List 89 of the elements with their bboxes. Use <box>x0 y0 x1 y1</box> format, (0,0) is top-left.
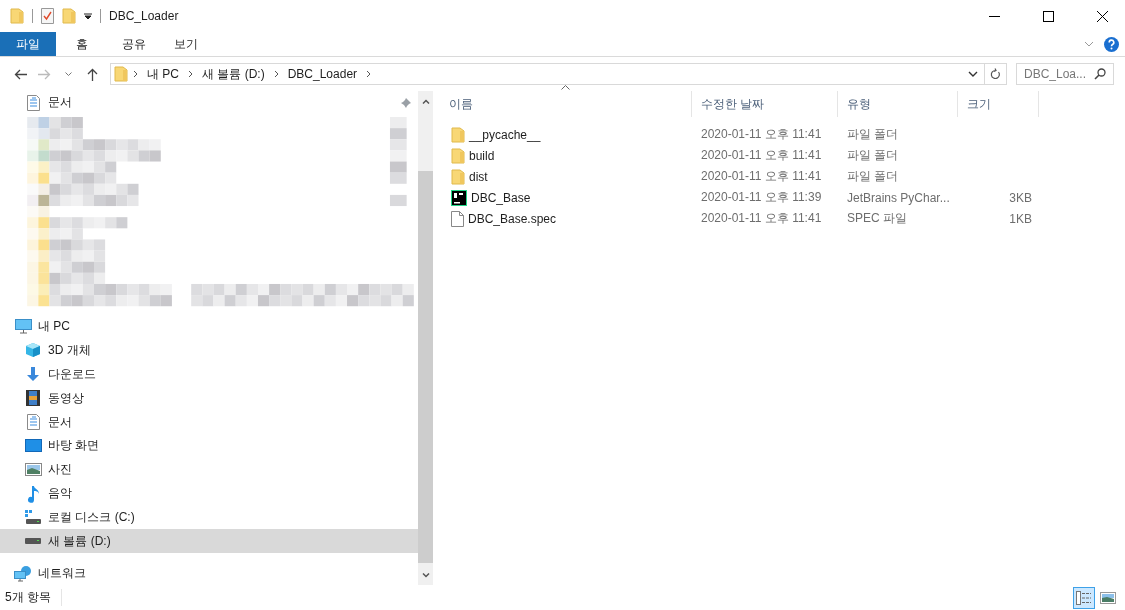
search-field[interactable]: DBC_Loa... <box>1016 63 1114 85</box>
item-count: 5개 항목 <box>5 589 62 606</box>
maximize-icon <box>1042 10 1054 22</box>
music-note-icon <box>27 484 39 503</box>
column-header[interactable]: 유형 <box>838 91 958 117</box>
nav-item[interactable]: 동영상 <box>0 386 418 411</box>
file-type: 파일 폴더 <box>846 147 900 164</box>
file-size: 3KB <box>1008 190 1033 205</box>
chevron-right-icon <box>366 70 372 78</box>
down-arrow-icon <box>25 366 41 383</box>
file-name[interactable]: __pycache__ <box>469 127 541 142</box>
desktop-icon <box>24 439 42 453</box>
folder-icon <box>10 8 24 24</box>
file-type: JetBrains PyChar... <box>846 190 951 205</box>
drive-icon <box>25 538 41 545</box>
app-icon <box>451 189 467 206</box>
chevron-right-icon <box>133 70 138 78</box>
nav-item[interactable]: 바탕 화면 <box>0 434 418 458</box>
modified-date: 2020-01-11 오후 11:41 <box>700 168 823 185</box>
file-name[interactable]: DBC_Base.spec <box>468 211 557 226</box>
modified-date: 2020-01-11 오후 11:41 <box>700 126 823 143</box>
nav-item[interactable]: 다운로드 <box>0 362 418 387</box>
breadcrumb[interactable]: 내 PC <box>143 65 183 83</box>
image-icon <box>1100 591 1116 604</box>
nav-item[interactable]: 새 볼륨 (D:) <box>0 529 418 554</box>
modified-date: 2020-01-11 오후 11:41 <box>700 147 823 164</box>
column-header[interactable]: 수정한 날짜 <box>692 91 838 117</box>
cube-icon <box>25 342 41 359</box>
breadcrumb[interactable]: DBC_Loader <box>283 67 362 81</box>
monitor-icon <box>14 319 32 335</box>
dropdown-icon[interactable] <box>84 12 92 20</box>
nav-item[interactable]: 음악 <box>0 481 418 506</box>
film-strip-icon <box>26 390 40 407</box>
modified-date: 2020-01-11 오후 11:41 <box>700 210 823 227</box>
search-icon[interactable] <box>1094 68 1106 80</box>
forward-arrow-icon <box>37 68 51 80</box>
chevron-right-icon <box>273 70 279 78</box>
details-list-icon <box>1076 590 1092 605</box>
column-header[interactable]: 이름 <box>440 91 692 117</box>
nav-item[interactable]: 문서 <box>0 91 418 115</box>
nav-item[interactable]: 로컬 디스크 (C:) <box>0 505 418 530</box>
file-size: 1KB <box>1008 211 1033 226</box>
chevron-down-icon <box>421 572 430 578</box>
drive-icon <box>25 510 41 525</box>
file-name[interactable]: DBC_Base <box>471 190 531 205</box>
scrollbar[interactable] <box>418 91 433 585</box>
file-type: 파일 폴더 <box>846 168 900 185</box>
help-icon[interactable] <box>1104 36 1119 52</box>
ribbon-tab[interactable]: 파일 <box>0 32 56 56</box>
scroll-thumb[interactable] <box>418 171 433 563</box>
folder-icon <box>114 66 128 82</box>
nav-item[interactable]: 3D 개체 <box>0 338 418 363</box>
back-arrow-icon <box>13 68 27 80</box>
breadcrumb[interactable]: 새 볼륨 (D:) <box>198 65 269 83</box>
file-type: 파일 폴더 <box>846 126 900 143</box>
file-icon <box>451 210 464 227</box>
image-icon <box>24 463 42 477</box>
document-icon <box>26 414 40 431</box>
minimize-icon <box>988 15 1000 17</box>
ribbon-tab[interactable]: 보기 <box>160 32 212 56</box>
folder-icon <box>451 168 465 185</box>
document-icon <box>26 94 40 111</box>
chevron-right-icon <box>188 70 193 78</box>
file-name[interactable]: dist <box>469 169 488 184</box>
nav-item[interactable]: 네트워크 <box>0 561 418 586</box>
file-type: SPEC 파일 <box>846 210 908 227</box>
nav-item[interactable]: 문서 <box>0 410 418 434</box>
chevron-up-icon <box>421 98 430 104</box>
properties-icon[interactable] <box>41 8 54 24</box>
expand-ribbon-icon[interactable] <box>1084 41 1094 47</box>
nav-item[interactable]: 내 PC <box>0 314 418 339</box>
folder-icon <box>451 147 465 164</box>
folder-icon <box>451 126 465 143</box>
modified-date: 2020-01-11 오후 11:39 <box>700 189 823 206</box>
ribbon-tab[interactable]: 홈 <box>56 32 108 56</box>
ribbon-tab[interactable]: 공유 <box>108 32 160 56</box>
file-name[interactable]: build <box>469 148 495 163</box>
close-icon <box>1096 10 1108 22</box>
column-header[interactable]: 크기 <box>958 91 1039 117</box>
new-folder-icon <box>62 8 76 24</box>
chevron-down-icon <box>64 72 72 76</box>
details-view-button[interactable] <box>1073 586 1095 609</box>
dropdown-icon[interactable] <box>968 71 978 77</box>
network-icon <box>14 564 32 582</box>
window-title: DBC_Loader <box>109 9 179 23</box>
address-bar[interactable]: 내 PC 새 볼륨 (D:) DBC_Loader <box>110 63 1007 85</box>
nav-item[interactable]: 사진 <box>0 457 418 482</box>
refresh-icon <box>990 68 1001 80</box>
up-arrow-icon <box>86 67 98 81</box>
